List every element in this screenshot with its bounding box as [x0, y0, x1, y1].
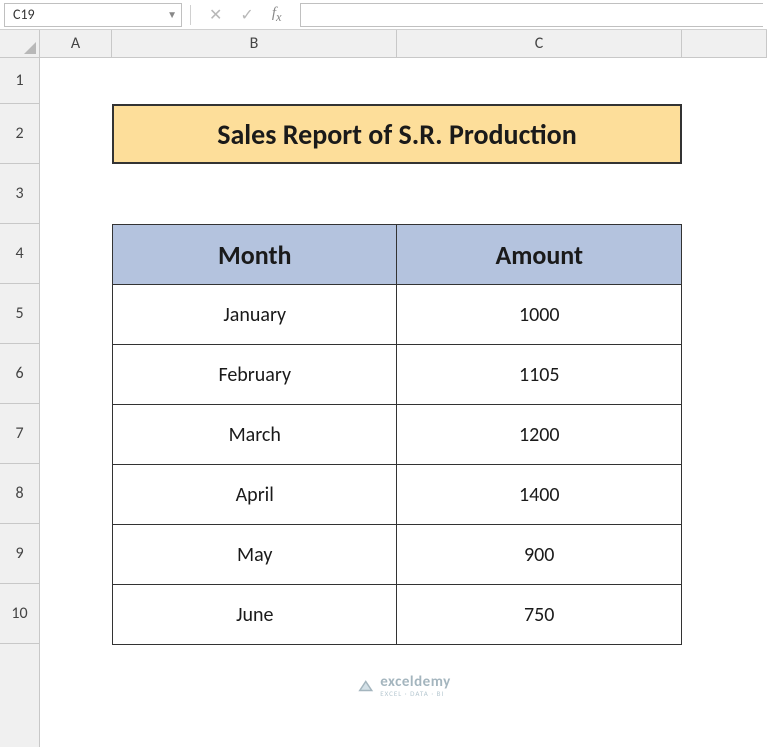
name-box[interactable]: C19 ▼ — [4, 3, 182, 27]
cell-amount[interactable]: 1000 — [397, 285, 682, 345]
cell-month[interactable]: January — [113, 285, 397, 345]
row-header-1[interactable]: 1 — [0, 58, 40, 104]
row-header-7[interactable]: 7 — [0, 404, 40, 464]
watermark-tagline: EXCEL · DATA · BI — [380, 690, 451, 697]
column-header-A[interactable]: A — [40, 30, 112, 58]
cell-month[interactable]: June — [113, 585, 397, 645]
column-header-B[interactable]: B — [112, 30, 397, 58]
row-headers: 1 2 3 4 5 6 7 8 9 10 — [0, 58, 40, 747]
cell-amount[interactable]: 900 — [397, 525, 682, 585]
name-box-value: C19 — [13, 6, 35, 23]
row-header-3[interactable]: 3 — [0, 164, 40, 224]
column-header-C[interactable]: C — [397, 30, 682, 58]
table-row: April 1400 — [113, 465, 682, 525]
row-header-rest — [0, 644, 40, 747]
row-header-2[interactable]: 2 — [0, 104, 40, 164]
row-header-6[interactable]: 6 — [0, 344, 40, 404]
spreadsheet-area: A B C 1 2 3 4 5 6 7 8 9 10 Sales Report … — [0, 30, 767, 747]
column-header-rest — [682, 30, 767, 58]
cell-amount[interactable]: 750 — [397, 585, 682, 645]
watermark: exceldemy EXCEL · DATA · BI — [356, 675, 451, 697]
cell-month[interactable]: February — [113, 345, 397, 405]
name-box-dropdown-icon[interactable]: ▼ — [167, 8, 177, 21]
divider — [190, 5, 191, 25]
watermark-text: exceldemy EXCEL · DATA · BI — [380, 675, 451, 697]
row-header-8[interactable]: 8 — [0, 464, 40, 524]
sales-table: Month Amount January 1000 February 1105 … — [112, 224, 682, 645]
cells-canvas[interactable]: Sales Report of S.R. Production Month Am… — [40, 58, 767, 747]
table-row: May 900 — [113, 525, 682, 585]
cell-month[interactable]: April — [113, 465, 397, 525]
cell-month[interactable]: March — [113, 405, 397, 465]
enter-icon[interactable]: ✓ — [240, 5, 253, 25]
row-header-4[interactable]: 4 — [0, 224, 40, 284]
table-row: February 1105 — [113, 345, 682, 405]
column-headers-row: A B C — [0, 30, 767, 58]
table-row: January 1000 — [113, 285, 682, 345]
report-title-cell[interactable]: Sales Report of S.R. Production — [112, 104, 682, 164]
grid-body: 1 2 3 4 5 6 7 8 9 10 Sales Report of S.R… — [0, 58, 767, 747]
watermark-logo-icon — [356, 677, 374, 695]
cancel-icon[interactable]: ✕ — [209, 5, 222, 25]
cell-amount[interactable]: 1105 — [397, 345, 682, 405]
formula-bar: C19 ▼ ✕ ✓ fx — [0, 0, 767, 30]
row-header-9[interactable]: 9 — [0, 524, 40, 584]
cell-month[interactable]: May — [113, 525, 397, 585]
table-row: March 1200 — [113, 405, 682, 465]
row-header-10[interactable]: 10 — [0, 584, 40, 644]
header-amount[interactable]: Amount — [397, 225, 682, 285]
table-header-row: Month Amount — [113, 225, 682, 285]
fx-icon[interactable]: fx — [272, 5, 282, 25]
cell-amount[interactable]: 1400 — [397, 465, 682, 525]
report-title: Sales Report of S.R. Production — [217, 117, 577, 152]
select-all-button[interactable] — [0, 30, 40, 58]
cell-amount[interactable]: 1200 — [397, 405, 682, 465]
table-row: June 750 — [113, 585, 682, 645]
header-month[interactable]: Month — [113, 225, 397, 285]
formula-bar-controls: ✕ ✓ fx — [199, 5, 292, 25]
formula-input[interactable] — [300, 3, 763, 27]
row-header-5[interactable]: 5 — [0, 284, 40, 344]
watermark-brand: exceldemy — [380, 675, 451, 690]
